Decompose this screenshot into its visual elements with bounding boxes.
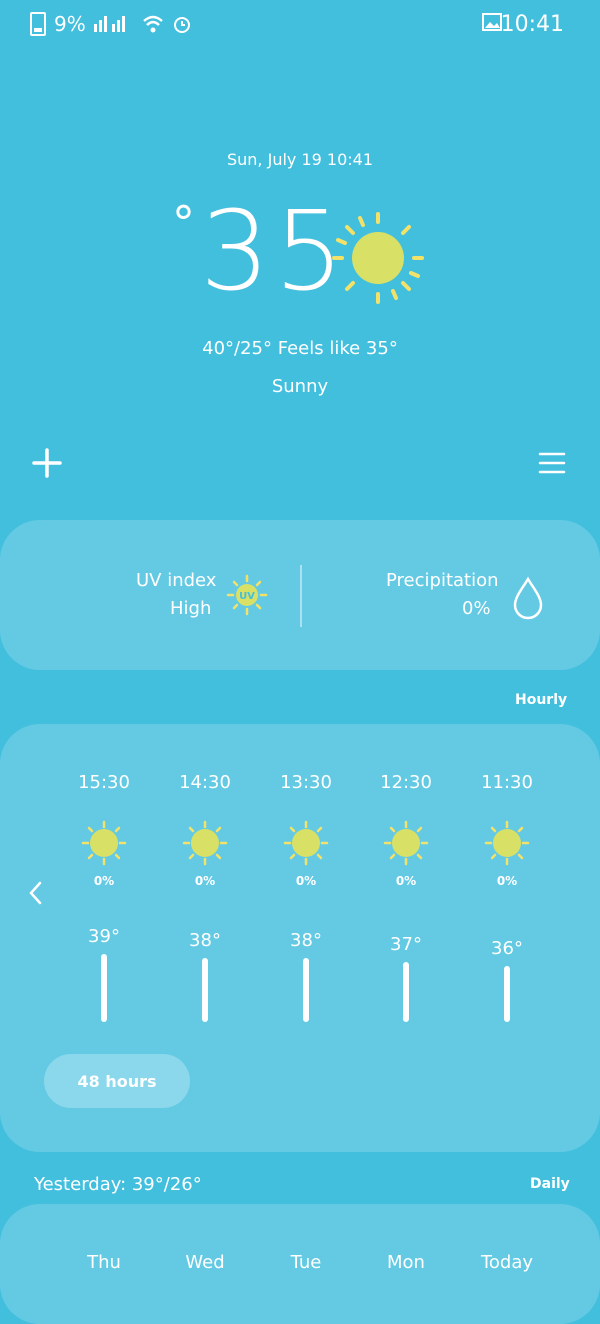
hour-temp: 37° xyxy=(390,934,422,955)
details-divider xyxy=(300,565,302,627)
menu-button[interactable] xyxy=(536,448,568,478)
battery-text: 9% xyxy=(54,12,86,36)
uv-index-value: High xyxy=(170,598,212,619)
yesterday-temps: Yesterday: 39°/26° xyxy=(34,1174,202,1195)
wifi-icon xyxy=(142,15,163,33)
hour-temp: 39° xyxy=(88,926,120,947)
water-drop-icon xyxy=(513,576,543,620)
hourly-title: Hourly xyxy=(515,692,568,708)
hour-temp-bar xyxy=(202,958,208,1022)
hour-temp: 38° xyxy=(189,930,221,951)
battery-icon xyxy=(30,12,46,36)
hour-precip: 0% xyxy=(395,874,417,888)
current-date: Sun, July 19 10:41 xyxy=(226,150,374,169)
alarm-icon xyxy=(173,17,190,33)
hour-time: 15:30 xyxy=(78,772,130,793)
signal-icon xyxy=(93,16,125,32)
hour-temp-bar xyxy=(403,962,409,1022)
daily-day-label[interactable]: Wed xyxy=(170,1252,240,1273)
hour-temp-bar xyxy=(303,958,309,1022)
hour-temp-bar xyxy=(101,954,107,1022)
uv-index-label: UV index xyxy=(136,570,217,591)
precipitation-label: Precipitation xyxy=(386,570,499,591)
status-bar: 9% 10:41 xyxy=(0,8,600,42)
daily-title: Daily xyxy=(530,1176,570,1192)
current-temperature: 35 xyxy=(200,187,348,315)
uv-icon: UV xyxy=(226,574,268,616)
hour-sun-icon xyxy=(383,820,429,866)
hour-time: 14:30 xyxy=(179,772,231,793)
status-time: 10:41 xyxy=(500,12,564,37)
hour-temp: 38° xyxy=(290,930,322,951)
feels-like-text: 40°/25° Feels like 35° xyxy=(202,338,398,359)
hour-time: 13:30 xyxy=(280,772,332,793)
hour-sun-icon xyxy=(283,820,329,866)
daily-day-label[interactable]: Thu xyxy=(69,1252,139,1273)
daily-day-label[interactable]: Today xyxy=(472,1252,542,1273)
hour-precip: 0% xyxy=(295,874,317,888)
hour-precip: 0% xyxy=(194,874,216,888)
hour-precip: 0% xyxy=(93,874,115,888)
chevron-left-icon[interactable] xyxy=(26,878,46,908)
hour-sun-icon xyxy=(484,820,530,866)
hour-sun-icon xyxy=(182,820,228,866)
precipitation-value: 0% xyxy=(462,598,491,619)
daily-day-label[interactable]: Tue xyxy=(271,1252,341,1273)
hour-sun-icon xyxy=(81,820,127,866)
status-left-icons: 9% xyxy=(30,12,192,36)
degree-symbol: ° xyxy=(172,196,195,250)
daily-day-label[interactable]: Mon xyxy=(371,1252,441,1273)
hour-temp: 36° xyxy=(491,938,523,959)
hour-time: 12:30 xyxy=(380,772,432,793)
condition-text: Sunny xyxy=(271,376,329,397)
uv-badge-text: UV xyxy=(239,591,255,602)
sun-icon xyxy=(332,212,424,304)
48-hours-button[interactable]: 48 hours xyxy=(44,1054,190,1108)
gallery-icon xyxy=(482,13,502,31)
add-location-button[interactable] xyxy=(28,444,66,482)
hour-time: 11:30 xyxy=(481,772,533,793)
hour-temp-bar xyxy=(504,966,510,1022)
hour-precip: 0% xyxy=(496,874,518,888)
